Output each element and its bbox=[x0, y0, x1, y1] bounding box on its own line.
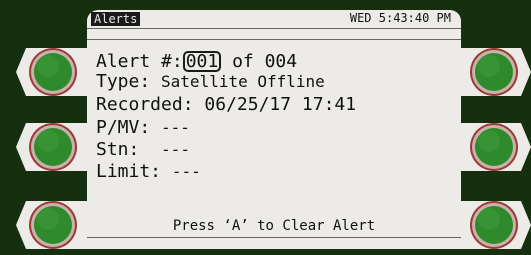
alert-stn-line: Stn: --- bbox=[96, 140, 190, 160]
alert-type-value: Satellite Offline bbox=[161, 72, 325, 91]
alert-limit-value: --- bbox=[171, 162, 201, 181]
footer-divider bbox=[87, 237, 461, 238]
header-divider bbox=[87, 39, 461, 40]
right-softkey-3[interactable] bbox=[455, 195, 531, 255]
alert-pmv-line: P/MV: --- bbox=[96, 118, 190, 138]
alert-stn-value: --- bbox=[161, 140, 190, 159]
alert-recorded-value: 06/25/17 17:41 bbox=[204, 94, 357, 115]
alert-stn-label: Stn: bbox=[96, 139, 140, 160]
screen-tab-label: Alerts bbox=[91, 12, 141, 26]
alert-limit-line: Limit: --- bbox=[96, 162, 201, 182]
status-divider bbox=[87, 28, 461, 29]
left-softkey-1[interactable] bbox=[14, 42, 92, 102]
clock-display: WED 5:43:40 PM bbox=[349, 11, 451, 25]
lcd-screen: Alerts WED 5:43:40 PM Alert #: 001 of 004… bbox=[87, 10, 461, 249]
alert-type-label: Type: bbox=[96, 71, 151, 92]
alert-index-line: Alert #: 001 of 004 bbox=[96, 51, 297, 72]
right-softkey-2[interactable] bbox=[455, 117, 531, 177]
alert-of-label: of bbox=[232, 51, 254, 72]
alert-recorded-label: Recorded: bbox=[96, 94, 194, 115]
alert-recorded-line: Recorded: 06/25/17 17:41 bbox=[96, 95, 356, 115]
left-softkey-3[interactable] bbox=[14, 195, 92, 255]
alert-pmv-value: --- bbox=[161, 118, 190, 137]
right-softkey-1[interactable] bbox=[455, 42, 531, 102]
alert-index-value[interactable]: 001 bbox=[182, 51, 222, 72]
alert-pmv-label: P/MV: bbox=[96, 117, 151, 138]
clear-alert-prompt: Press ‘A’ to Clear Alert bbox=[172, 218, 376, 234]
alert-total-value: 004 bbox=[264, 51, 298, 72]
left-softkey-2[interactable] bbox=[14, 117, 92, 177]
alert-type-line: Type: Satellite Offline bbox=[96, 72, 325, 92]
status-bar: Alerts WED 5:43:40 PM bbox=[87, 10, 461, 26]
alert-number-label: Alert #: bbox=[96, 51, 183, 72]
alert-limit-label: Limit: bbox=[96, 161, 162, 182]
